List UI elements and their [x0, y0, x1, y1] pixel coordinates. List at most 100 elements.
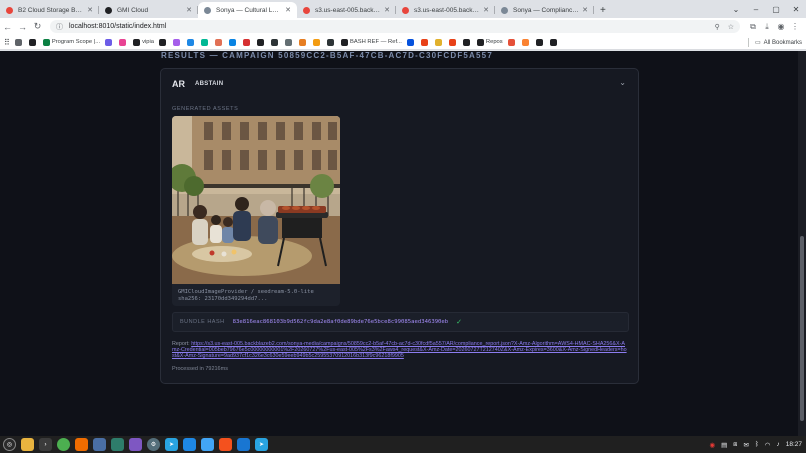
bookmark-item[interactable]: [257, 38, 266, 46]
bookmark-item[interactable]: [434, 38, 444, 46]
tab-close-icon[interactable]: ✕: [87, 6, 93, 14]
processed-time: Processed in 79216ms: [172, 366, 228, 372]
bookmark-item[interactable]: [243, 38, 252, 46]
bookmark-item[interactable]: [215, 38, 224, 46]
extensions-icon[interactable]: ⧉: [746, 22, 760, 32]
tab-close-icon[interactable]: ✕: [384, 6, 390, 14]
app-icon[interactable]: [111, 438, 124, 451]
asset-card[interactable]: GMICloudImageProvider / seedream-5.0-lit…: [172, 116, 340, 306]
maximize-icon[interactable]: ▢: [766, 0, 786, 18]
settings-icon[interactable]: ⚙: [147, 438, 160, 451]
bookmark-item[interactable]: [119, 38, 128, 46]
bluetooth-icon[interactable]: ᛒ: [755, 441, 759, 448]
files-icon[interactable]: [21, 438, 34, 451]
chevron-down-icon[interactable]: ⌄: [726, 0, 746, 18]
chevron-down-icon[interactable]: ⌄: [619, 78, 626, 87]
scrollbar[interactable]: [798, 51, 806, 436]
bookmark-item[interactable]: [507, 38, 517, 46]
record-icon[interactable]: ◉: [709, 441, 715, 449]
generated-image[interactable]: [172, 116, 340, 284]
app-icon[interactable]: [93, 438, 106, 451]
report-link[interactable]: https://s3.us-east-005.backblazeb2.com/s…: [172, 341, 627, 359]
bookmark-item[interactable]: [299, 38, 308, 46]
tab-close-icon[interactable]: ✕: [186, 6, 192, 14]
bookmark-item[interactable]: [448, 38, 458, 46]
tab-title: Sonya — Compliance Notari: [513, 6, 579, 14]
bookmark-item[interactable]: [313, 38, 322, 46]
bundle-hash-label: BUNDLE HASH: [180, 319, 225, 325]
apps-grid-icon[interactable]: ⠿: [4, 38, 10, 47]
browser-tab[interactable]: Sonya — Cultural Localizati✕: [198, 2, 297, 18]
panel-header[interactable]: AR ABSTAIN ⌄: [161, 69, 638, 99]
bookmark-item[interactable]: [14, 38, 24, 46]
telegram-icon[interactable]: ➤: [255, 438, 268, 451]
mail-icon[interactable]: ✉: [743, 441, 748, 449]
bookmark-item[interactable]: [173, 38, 182, 46]
new-tab-icon[interactable]: +: [600, 2, 606, 18]
bookmark-item[interactable]: [521, 38, 531, 46]
minimize-icon[interactable]: –: [746, 0, 766, 18]
reload-icon[interactable]: ↻: [30, 21, 45, 32]
tab-close-icon[interactable]: ✕: [285, 6, 291, 14]
bookmark-item[interactable]: [28, 38, 38, 46]
telegram-icon[interactable]: ➤: [165, 438, 178, 451]
app-icon[interactable]: [129, 438, 142, 451]
wifi-icon[interactable]: ◠: [765, 441, 771, 449]
forward-icon[interactable]: →: [15, 22, 30, 32]
vscode-icon[interactable]: [237, 438, 250, 451]
url-text[interactable]: localhost:8010/static/index.html: [69, 23, 707, 30]
bookmark-item[interactable]: [549, 38, 559, 46]
all-bookmarks-label[interactable]: All Bookmarks: [764, 40, 802, 46]
clock[interactable]: 18:27: [786, 441, 802, 448]
bookmark-item[interactable]: [420, 38, 430, 46]
back-icon[interactable]: ←: [0, 22, 15, 32]
all-bookmarks[interactable]: ▭ All Bookmarks: [747, 35, 802, 50]
brave-icon[interactable]: [75, 438, 88, 451]
menu-icon[interactable]: ⋮: [788, 22, 802, 31]
language-result-panel: AR ABSTAIN ⌄ GENERATED ASSETS GMICloudIm…: [160, 68, 639, 384]
bookmark-item[interactable]: [187, 38, 196, 46]
bookmark-item[interactable]: [285, 38, 294, 46]
tab-close-icon[interactable]: ✕: [582, 6, 588, 14]
bookmark-item[interactable]: [105, 38, 114, 46]
browser-tab[interactable]: s3.us-east-005.backblazeb2✕: [297, 2, 396, 18]
volume-icon[interactable]: ♪: [776, 441, 779, 448]
bookmark-item[interactable]: [201, 38, 210, 46]
scrollbar-thumb[interactable]: [800, 236, 804, 421]
bookmark-item[interactable]: vipia: [133, 38, 154, 46]
close-window-icon[interactable]: ✕: [786, 0, 806, 18]
terminal-icon[interactable]: ›: [39, 438, 52, 451]
bookmark-item[interactable]: [406, 38, 416, 46]
zoom-icon[interactable]: ⚲: [715, 23, 720, 31]
bookmark-favicon-icon: [549, 38, 557, 46]
bookmark-item[interactable]: [462, 38, 472, 46]
site-info-icon[interactable]: ⓘ: [56, 22, 63, 32]
chrome-icon[interactable]: [57, 438, 70, 451]
browser-tab[interactable]: B2 Cloud Storage Buckets✕: [0, 2, 99, 18]
bookmark-item[interactable]: [159, 38, 168, 46]
start-menu-icon[interactable]: ◎: [3, 438, 16, 451]
address-bar[interactable]: ⓘ localhost:8010/static/index.html ⚲ ☆: [50, 20, 740, 33]
postman-icon[interactable]: [219, 438, 232, 451]
bookmark-item[interactable]: [271, 38, 280, 46]
system-tray: ◉ ▤ ⧈ ✉ ᛒ ◠ ♪ 18:27: [703, 436, 802, 453]
browser-tab[interactable]: Sonya — Compliance Notari✕: [495, 2, 594, 18]
bundle-hash-bar: BUNDLE HASH 83e816eac868103b9d562fc9da2e…: [172, 312, 629, 332]
clipboard-icon[interactable]: ▤: [721, 441, 727, 449]
bookmark-item[interactable]: [327, 38, 336, 46]
app-icon[interactable]: [201, 438, 214, 451]
bookmark-item[interactable]: [535, 38, 545, 46]
bookmark-item[interactable]: Repos: [476, 38, 503, 46]
app-icon[interactable]: [183, 438, 196, 451]
bookmark-item[interactable]: BASH REF — Ref...: [341, 38, 402, 46]
download-icon[interactable]: ⤓: [760, 22, 774, 32]
browser-tab[interactable]: GMI Cloud ✕: [99, 2, 198, 18]
language-code: AR: [172, 79, 185, 89]
bookmark-item[interactable]: [229, 38, 238, 46]
bookmark-item[interactable]: Program Scope |...: [42, 38, 100, 46]
bookmark-star-icon[interactable]: ☆: [728, 23, 734, 31]
profile-icon[interactable]: ◉: [774, 22, 788, 31]
network-icon[interactable]: ⧈: [733, 441, 737, 449]
tab-close-icon[interactable]: ✕: [483, 6, 489, 14]
browser-tab[interactable]: s3.us-east-005.backblazeb2✕: [396, 2, 495, 18]
